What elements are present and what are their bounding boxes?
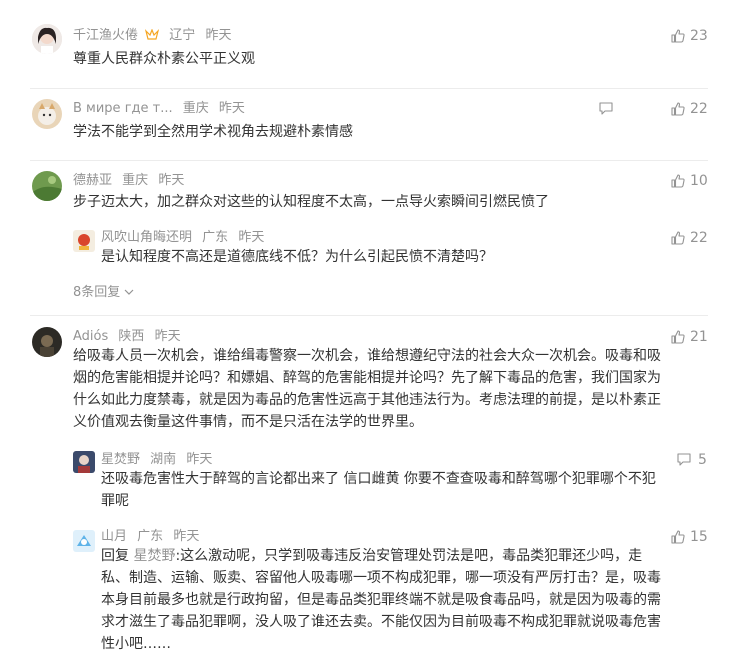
chevron-down-icon [124,285,134,300]
avatar[interactable] [73,530,95,552]
location: 湖南 [150,452,177,467]
reply-meta: 星焚野 湖南 昨天 [101,451,212,469]
username[interactable]: 山月 [101,529,127,544]
text-line: 求才滋生了毒品犯罪啊，没人吸了谁还去卖。不能仅因为目前吸毒不构成犯罪就说吸毒危害 [101,614,661,630]
timestamp: 昨天 [154,329,181,344]
like-button[interactable]: 15 [670,528,708,546]
like-button[interactable]: 22 [670,100,708,118]
avatar[interactable] [73,451,95,473]
text-line: 性小吧…… [101,636,171,652]
like-count: 10 [690,173,708,189]
avatar[interactable] [73,230,95,252]
like-count-label: 5 [698,451,707,469]
like-icon [670,173,686,189]
like-button[interactable]: 21 [670,328,708,346]
text-line: 罪呢 [101,493,129,509]
location: 广东 [137,529,164,544]
timestamp: 昨天 [238,230,265,245]
reply-icon[interactable] [676,451,692,471]
like-count: 22 [690,230,708,246]
avatar[interactable] [32,24,62,54]
text-line: 私、制造、运输、贩卖、容留他人吸毒哪一项不构成犯罪，哪一项没有严厉打击？是，吸毒 [101,570,661,586]
text-line: 给吸毒人员一次机会，谁给缉毒警察一次机会，谁给想遵纪守法的社会大众一次机会。吸毒… [73,348,661,364]
more-replies-label: 8条回复 [73,285,121,300]
location: 重庆 [182,101,209,116]
like-count: 15 [690,529,708,545]
comment-meta: В мире где т... 重庆 昨天 [73,100,245,118]
timestamp: 昨天 [186,452,213,467]
avatar[interactable] [32,171,62,201]
like-count: 22 [690,101,708,117]
timestamp: 昨天 [173,529,200,544]
comment-text: 给吸毒人员一次机会，谁给缉毒警察一次机会，谁给想遵纪守法的社会大众一次机会。吸毒… [73,345,713,433]
like-icon [670,28,686,44]
username[interactable]: 千江渔火倦 [73,28,138,43]
comment-meta: Adiós 陕西 昨天 [73,328,181,346]
reply-icon[interactable] [598,100,614,120]
text-line: 义价值观去衡量这件事情，而不是只活在法学的世界里。 [73,414,423,430]
username[interactable]: Adiós [73,329,108,344]
location: 陕西 [118,329,145,344]
reply-meta: 风吹山角晦还明 广东 昨天 [101,229,264,247]
like-count: 21 [690,329,708,345]
username[interactable]: 德赫亚 [73,173,112,188]
comment-text: 学法不能学到全然用学术视角去规避朴素情感 [73,124,353,140]
username[interactable]: 风吹山角晦还明 [101,230,192,245]
timestamp: 昨天 [205,28,232,43]
like-button[interactable]: 22 [670,229,708,247]
username[interactable]: 星焚野 [101,452,140,467]
reply-meta: 山月 广东 昨天 [101,528,199,546]
like-count: 5 [698,452,707,468]
reply-text: 还吸毒危害性大于醉驾的言论都出来了 信口雌黄 你要不查查吸毒和醉驾哪个犯罪哪个不… [101,468,701,512]
text-line: 回复 星焚野:这么激动呢，只学到吸毒违反治安管理处罚法是吧，毒品类犯罪还少吗，走 [101,545,711,567]
divider [30,315,708,316]
mention-link[interactable]: 星焚野 [133,548,175,564]
comment-meta: 德赫亚 重庆 昨天 [73,172,184,190]
like-icon [670,101,686,117]
like-icon [670,329,686,345]
reply-prefix: 回复 [101,548,134,564]
timestamp: 昨天 [158,173,185,188]
like-button[interactable]: 23 [670,27,708,45]
divider [30,88,708,89]
username[interactable]: В мире где т... [73,101,173,116]
text-line: 本身目前最多也就是行政拘留，但是毒品类犯罪终端不就是吸食毒品吗，就是因为吸毒的需 [101,592,661,608]
location: 重庆 [122,173,149,188]
like-count: 23 [690,28,708,44]
divider [30,160,708,161]
comment-meta: 千江渔火倦 辽宁 昨天 [73,27,231,47]
like-icon [670,230,686,246]
vip-badge-icon [145,28,160,47]
text-line: 什么如此力度禁毒，就是因为毒品的危害性远高于其他违法行为。考虑法理的前提，是以朴… [73,392,661,408]
location: 辽宁 [169,28,196,43]
like-icon [670,529,686,545]
more-replies-link[interactable]: 8条回复 [73,281,134,300]
avatar[interactable] [32,99,62,129]
location: 广东 [202,230,229,245]
avatar[interactable] [32,327,62,357]
timestamp: 昨天 [218,101,245,116]
like-button[interactable]: 10 [670,172,708,190]
comment-text: 尊重人民群众朴素公平正义观 [73,51,255,67]
text-line: 烟的危害能相提并论吗？和嫖娼、醉驾的危害能相提并论吗？先了解下毒品的危害，我们国… [73,370,661,386]
text-line: 还吸毒危害性大于醉驾的言论都出来了 信口雌黄 你要不查查吸毒和醉驾哪个犯罪哪个不… [101,471,656,487]
comment-text: 步子迈太大，加之群众对这些的认知程度不太高，一点导火索瞬间引燃民愤了 [73,194,549,210]
text-segment: :这么激动呢，只学到吸毒违反治安管理处罚法是吧，毒品类犯罪还少吗，走 [175,548,643,564]
reply-text: 回复 星焚野:这么激动呢，只学到吸毒违反治安管理处罚法是吧，毒品类犯罪还少吗，走… [101,545,711,655]
reply-text: 是认知程度不高还是道德底线不低？为什么引起民愤不清楚吗？ [101,249,493,265]
